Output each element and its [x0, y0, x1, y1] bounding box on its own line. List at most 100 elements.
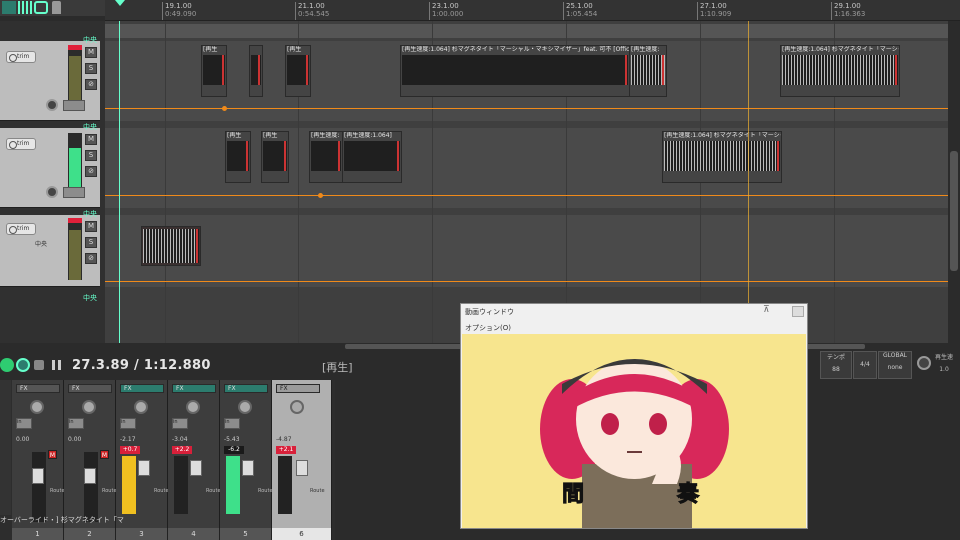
fx-button[interactable]: FX [16, 384, 60, 393]
playhead-marker[interactable] [115, 0, 125, 6]
track-number[interactable]: 1 [12, 528, 64, 540]
peak-indicator[interactable]: +2.2 [172, 446, 192, 454]
track-number[interactable]: 2 [64, 528, 116, 540]
volume-fader[interactable] [242, 460, 254, 476]
route-button[interactable]: Route [102, 488, 117, 494]
mute-button[interactable]: M [85, 221, 97, 232]
pan-knob[interactable] [186, 400, 200, 414]
input-button[interactable]: in [224, 418, 240, 429]
phase-button[interactable]: ⊘ [85, 253, 97, 264]
track-2-header[interactable]: trim M S ⊘ [0, 128, 100, 208]
mute-button[interactable]: M [48, 450, 57, 459]
phase-button[interactable]: ⊘ [85, 166, 97, 177]
fx-button[interactable]: FX [68, 384, 112, 393]
input-button[interactable]: in [68, 418, 84, 429]
timeline-ruler[interactable]: 19.1.00 0:49.090 21.1.00 0:54.545 23.1.00 1… [105, 0, 960, 21]
io-button[interactable] [63, 187, 85, 198]
envelope-point[interactable] [222, 106, 227, 111]
media-item[interactable] [249, 45, 263, 97]
mute-button[interactable]: M [100, 450, 109, 459]
input-button[interactable]: in [172, 418, 188, 429]
media-item[interactable]: [再生速度: [629, 45, 667, 97]
pan-knob[interactable] [82, 400, 96, 414]
pan-knob[interactable] [30, 400, 44, 414]
repeat-icon[interactable] [16, 358, 30, 372]
volume-envelope[interactable] [105, 195, 948, 196]
volume-knob[interactable] [46, 186, 58, 198]
fx-button[interactable]: FX [276, 384, 320, 393]
mute-button[interactable]: M [85, 47, 97, 58]
loop-icon[interactable] [34, 1, 48, 14]
phase-button[interactable]: ⊘ [85, 79, 97, 90]
track-number[interactable]: 4 [168, 528, 220, 540]
fx-button[interactable]: FX [120, 384, 164, 393]
pause-icon[interactable] [52, 360, 61, 370]
track-number[interactable]: 3 [116, 528, 168, 540]
tempo-box[interactable]: テンポ 88 [820, 351, 852, 379]
play-icon[interactable] [0, 358, 14, 372]
media-item[interactable] [141, 226, 201, 266]
route-button[interactable]: Route [154, 488, 169, 494]
input-button[interactable]: in [16, 418, 32, 429]
playrate-knob[interactable] [917, 356, 931, 370]
route-button[interactable]: Route [258, 488, 273, 494]
mute-button[interactable]: M [85, 134, 97, 145]
volume-fader[interactable] [296, 460, 308, 476]
io-button[interactable] [63, 100, 85, 111]
volume-knob[interactable] [46, 99, 58, 111]
volume-fader[interactable] [32, 468, 44, 484]
volume-envelope[interactable] [105, 281, 948, 282]
pan-knob[interactable] [134, 400, 148, 414]
trim-button[interactable]: trim [6, 223, 36, 235]
media-item[interactable]: [再生 [201, 45, 227, 97]
track-1-header[interactable]: trim M S ⊘ [0, 41, 100, 121]
lock-icon[interactable] [52, 1, 61, 14]
vertical-scrollbar[interactable] [948, 21, 960, 343]
pan-knob[interactable] [290, 400, 304, 414]
mixer-track-numbers: 1 2 3 4 5 6 [0, 528, 335, 540]
fx-button[interactable]: FX [172, 384, 216, 393]
media-item[interactable]: [再生速度:1.064] [342, 131, 402, 183]
global-automation[interactable]: GLOBAL none [878, 351, 912, 379]
solo-button[interactable]: S [85, 237, 97, 248]
track-number[interactable]: 6 [272, 528, 332, 540]
volume-fader[interactable] [138, 460, 150, 476]
media-item[interactable]: [再生速度:1.064] 杉マグネタイト「マーシャル [780, 45, 900, 97]
time-signature[interactable]: 4/4 [853, 351, 877, 379]
media-item[interactable]: [再生 [261, 131, 289, 183]
time-display[interactable]: 27.3.89 / 1:12.880 [72, 358, 211, 373]
solo-button[interactable]: S [85, 63, 97, 74]
subtitle-right: 奏 [676, 482, 701, 508]
close-icon[interactable] [792, 306, 804, 317]
pan-knob[interactable] [238, 400, 252, 414]
route-button[interactable]: Route [50, 488, 65, 494]
arrange-view[interactable]: [再生 [再生 [再生速度:1.064] 杉マグネタイト「マーシャル・マキシマイ… [105, 21, 948, 343]
options-menu[interactable]: オプション(O) [465, 323, 511, 333]
fx-button[interactable]: FX [224, 384, 268, 393]
route-button[interactable]: Route [206, 488, 221, 494]
peak-indicator[interactable]: +0.7 [120, 446, 140, 454]
media-item[interactable]: [再生速度: [309, 131, 343, 183]
trim-button[interactable]: trim [6, 138, 36, 150]
envelope-point[interactable] [318, 193, 323, 198]
media-item[interactable]: [再生速度:1.064] 杉マグネタイト「マーシャ [662, 131, 782, 183]
volume-envelope[interactable] [105, 108, 948, 109]
peak-indicator[interactable]: +2.1 [276, 446, 296, 454]
media-item[interactable]: [再生 [285, 45, 311, 97]
media-item[interactable]: [再生速度:1.064] 杉マグネタイト「マーシャル・マキシマイザー」feat.… [400, 45, 630, 97]
input-button[interactable]: in [120, 418, 136, 429]
pin-icon[interactable]: ⊼ [763, 305, 770, 315]
stop-icon[interactable] [34, 360, 44, 370]
trim-button[interactable]: trim [6, 51, 36, 63]
track-number[interactable]: 5 [220, 528, 272, 540]
route-button[interactable]: Route [310, 488, 325, 494]
solo-button[interactable]: S [85, 150, 97, 161]
volume-fader[interactable] [84, 468, 96, 484]
media-item[interactable]: [再生 [225, 131, 251, 183]
video-window[interactable]: 動画ウィンドウ ⊼ オプション(O) 間 奏 [460, 303, 808, 529]
grid-icon[interactable] [18, 1, 32, 14]
track-3-header[interactable]: trim 中央 M S ⊘ [0, 215, 100, 287]
volume-fader[interactable] [190, 460, 202, 476]
peak-indicator[interactable]: -6.2 [224, 446, 244, 454]
snap-icon[interactable] [2, 1, 16, 14]
